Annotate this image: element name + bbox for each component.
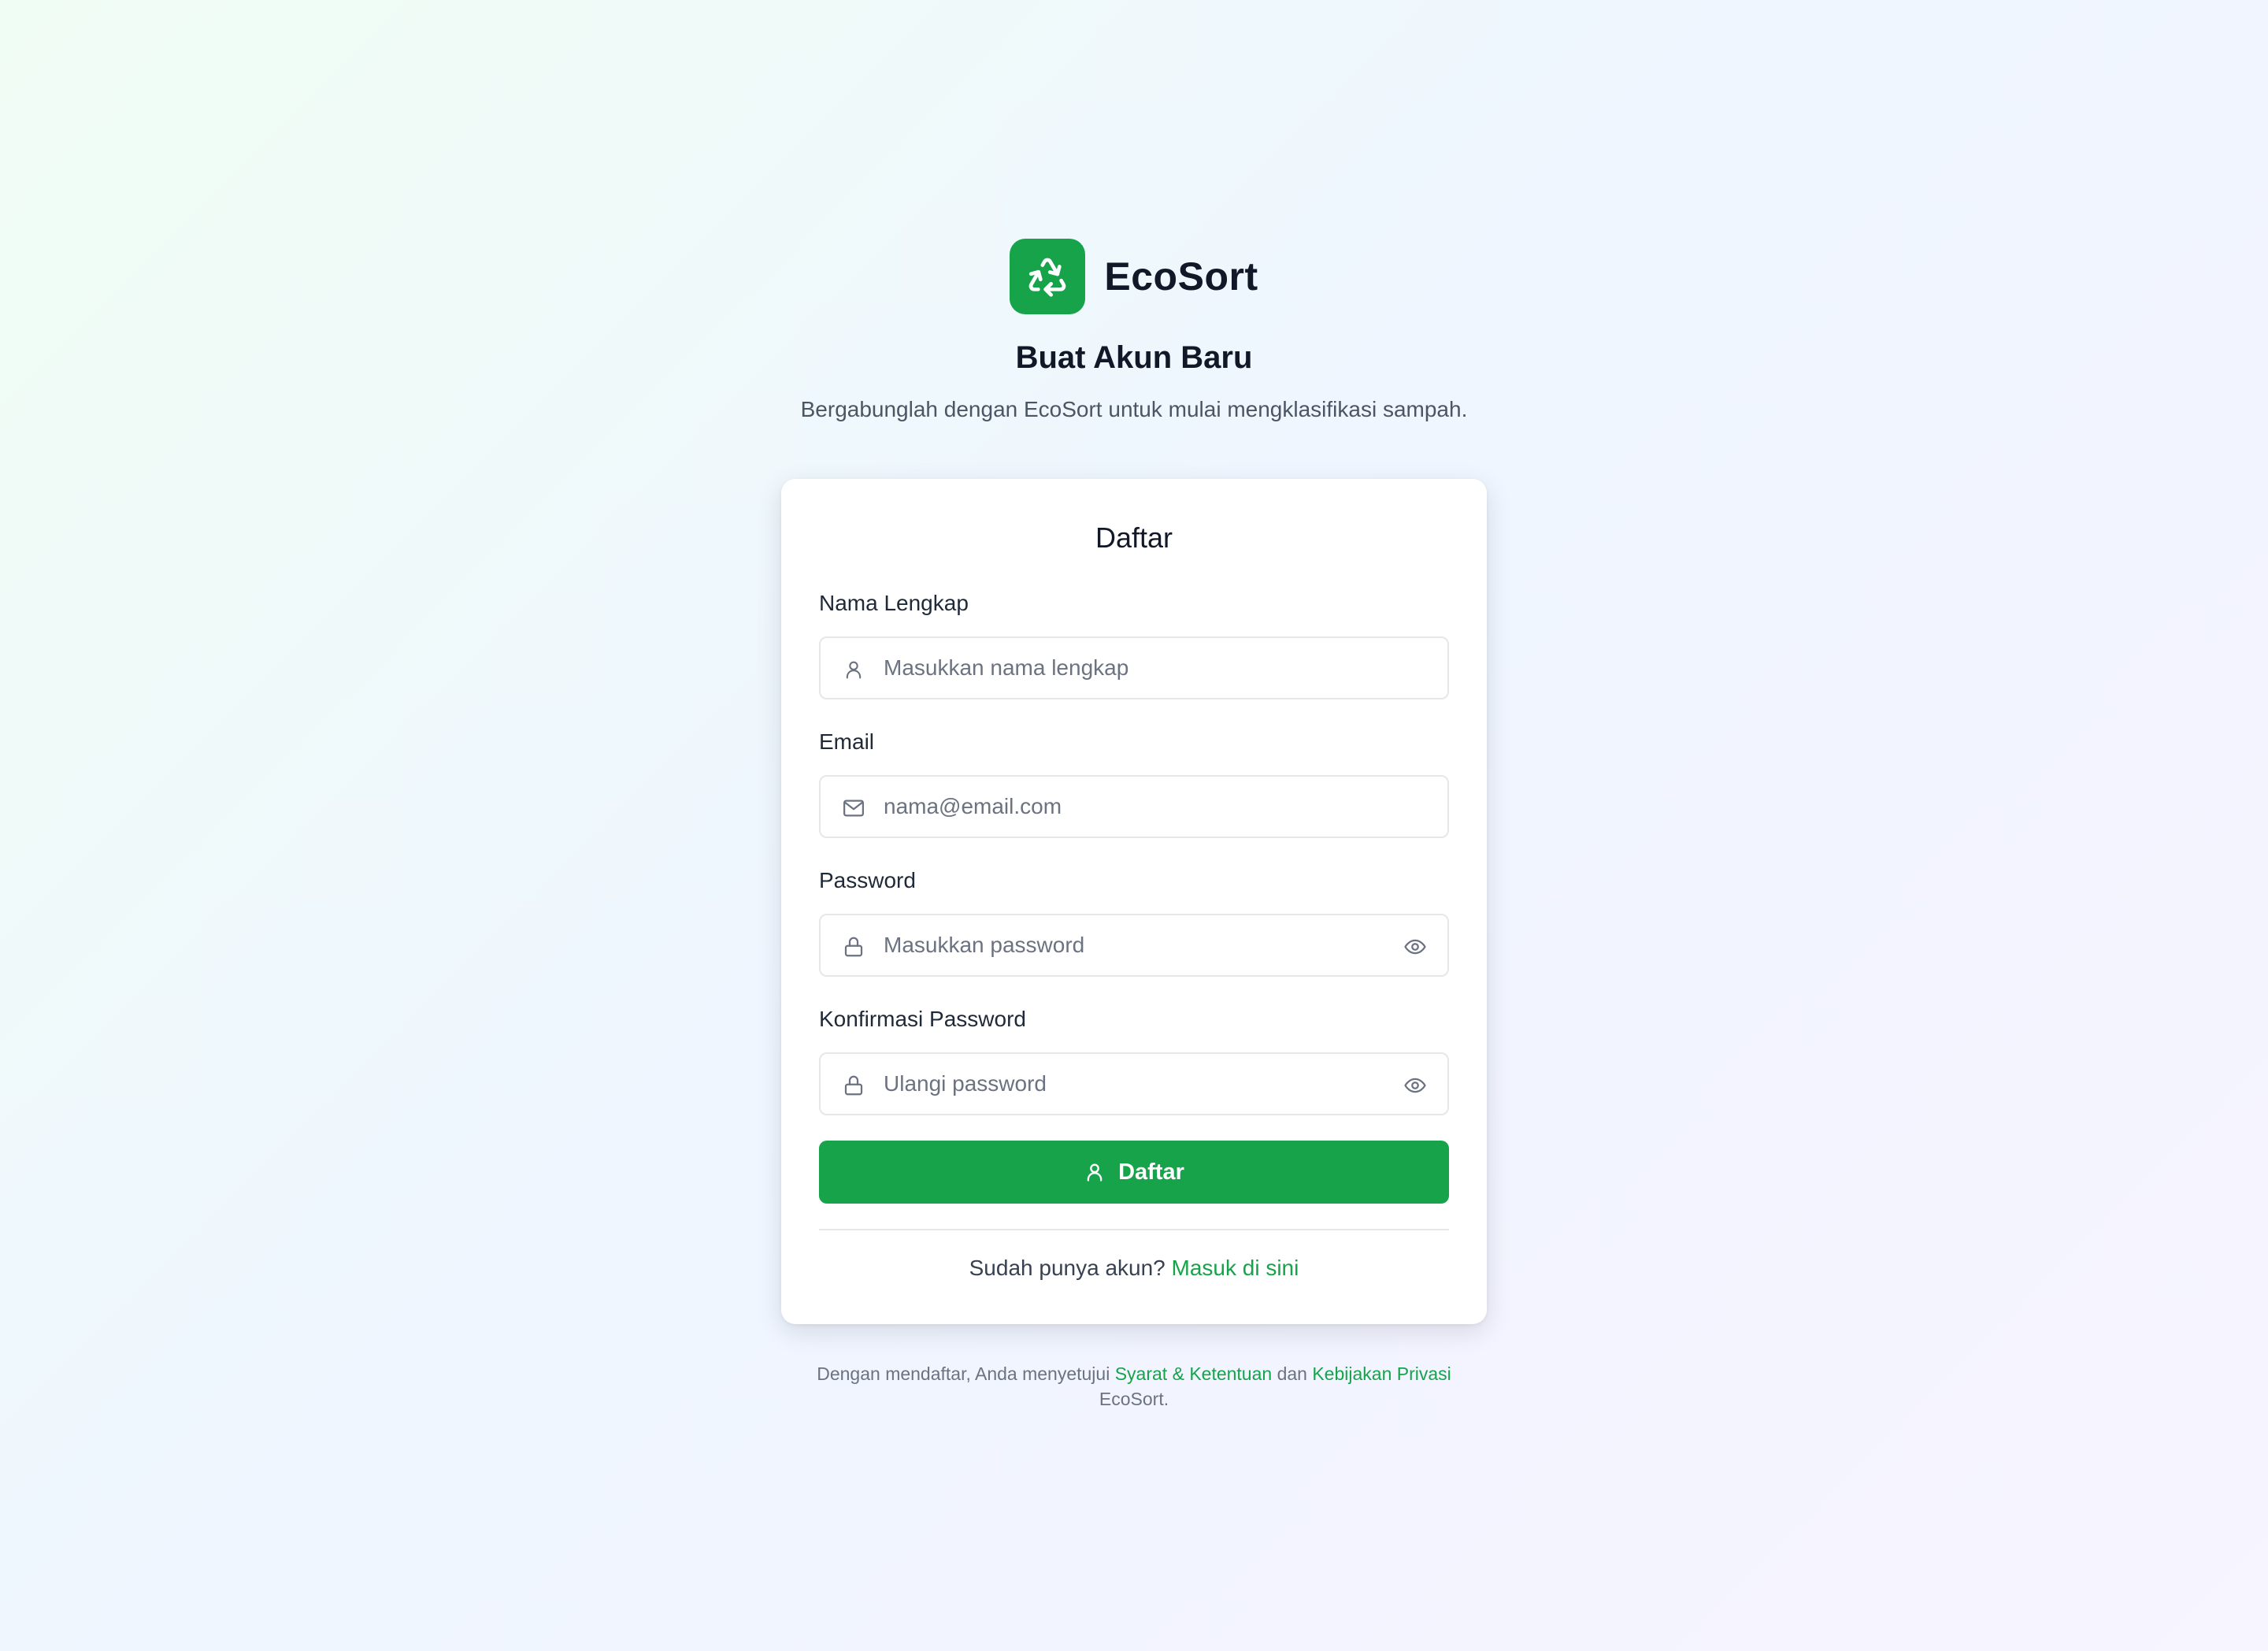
- password-input[interactable]: [884, 915, 1392, 975]
- lock-icon: [841, 934, 866, 959]
- email-input[interactable]: [884, 777, 1392, 837]
- privacy-link[interactable]: Kebijakan Privasi: [1312, 1363, 1451, 1384]
- eye-icon[interactable]: [1402, 934, 1429, 959]
- brand: EcoSort: [0, 239, 2268, 314]
- register-page: EcoSort Buat Akun Baru Bergabunglah deng…: [0, 0, 2268, 1651]
- terms-conjunction: dan: [1277, 1363, 1307, 1384]
- password-field: [819, 914, 1449, 977]
- name-field: [819, 636, 1449, 699]
- register-card: Daftar Nama Lengkap Email Pa: [781, 479, 1487, 1324]
- user-icon: [841, 657, 866, 682]
- register-button-label: Daftar: [1118, 1159, 1184, 1185]
- name-input[interactable]: [884, 638, 1392, 698]
- terms-suffix: EcoSort.: [1099, 1389, 1169, 1409]
- confirm-password-field: [819, 1052, 1449, 1115]
- page-subtitle: Bergabunglah dengan EcoSort untuk mulai …: [800, 397, 1468, 421]
- card-title: Daftar: [1095, 521, 1173, 554]
- page-title: Buat Akun Baru: [1015, 340, 1253, 375]
- terms-notice: Dengan mendaftar, Anda menyetujui Syarat…: [781, 1361, 1487, 1412]
- divider: [819, 1229, 1449, 1230]
- email-field: [819, 775, 1449, 838]
- terms-text: Dengan mendaftar, Anda menyetujui: [817, 1363, 1110, 1384]
- recycle-icon: [1010, 239, 1086, 314]
- email-label: Email: [819, 729, 875, 754]
- confirm-password-label: Konfirmasi Password: [819, 1007, 1026, 1031]
- name-label: Nama Lengkap: [819, 591, 969, 615]
- login-prompt: Sudah punya akun?: [969, 1256, 1166, 1280]
- register-button[interactable]: Daftar: [819, 1141, 1449, 1204]
- mail-icon: [841, 796, 866, 821]
- login-prompt-row: Sudah punya akun? Masuk di sini: [781, 1256, 1487, 1281]
- terms-link[interactable]: Syarat & Ketentuan: [1115, 1363, 1272, 1384]
- brand-name: EcoSort: [1104, 254, 1258, 299]
- user-icon: [1084, 1161, 1106, 1183]
- lock-icon: [841, 1073, 866, 1098]
- password-label: Password: [819, 868, 916, 892]
- login-link[interactable]: Masuk di sini: [1172, 1256, 1299, 1280]
- eye-icon[interactable]: [1402, 1073, 1429, 1098]
- confirm-password-input[interactable]: [884, 1054, 1392, 1114]
